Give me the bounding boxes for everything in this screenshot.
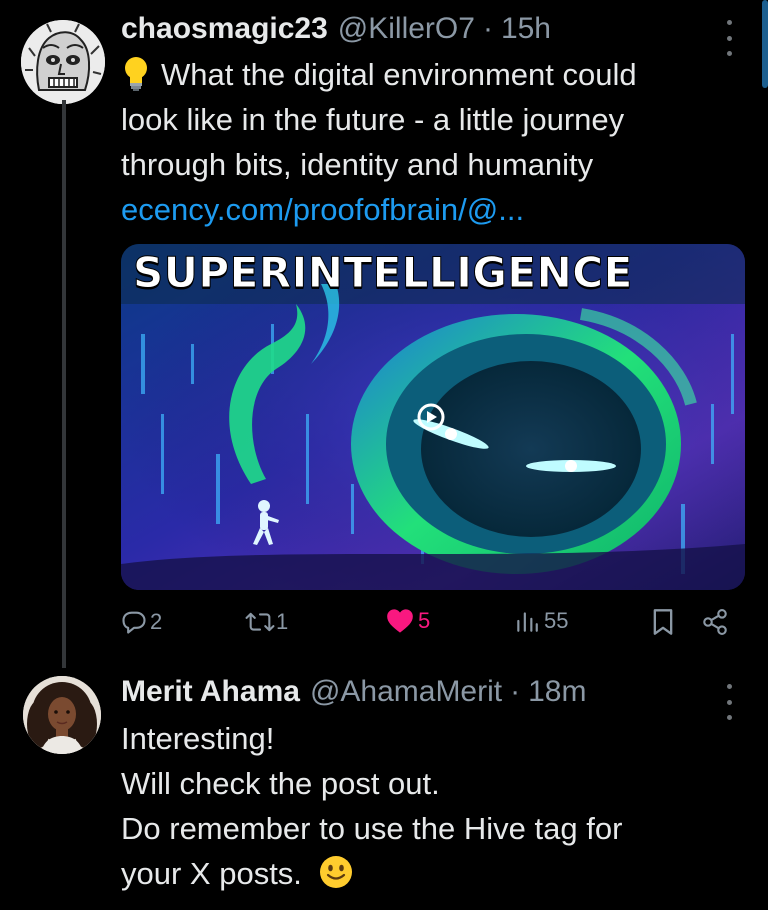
tweet-link[interactable]: ecency.com/proofofbrain/@... (121, 187, 637, 232)
reply-timestamp[interactable]: 18m (528, 675, 586, 709)
views-button[interactable]: 55 (514, 608, 568, 634)
scrollbar[interactable] (762, 0, 768, 88)
lightbulb-emoji (121, 55, 151, 93)
retweet-button[interactable]: 1 (244, 608, 288, 636)
reply-text-line-2: Will check the post out. (121, 766, 440, 801)
reply-text-line-4: your X posts. (121, 856, 302, 891)
reply-text-line-4-wrap: your X posts. (121, 851, 622, 896)
tweet-text-line: What the digital environment could (121, 52, 637, 97)
reply-author-avatar[interactable] (23, 676, 101, 754)
reply-text-line-3: Do remember to use the Hive tag for (121, 811, 623, 846)
slightly-smiling-face-emoji (319, 855, 353, 889)
reply-count: 2 (150, 609, 163, 634)
bookmark-button[interactable] (650, 608, 676, 636)
tweet-text-line-1: What the digital environment could (161, 57, 637, 92)
thread-connector-line (62, 100, 66, 668)
reply-author-handle[interactable]: @AhamaMerit (310, 675, 502, 709)
author-name[interactable]: chaosmagic23 (121, 12, 328, 46)
tweet-header: chaosmagic23 @KillerO7 · 15h (121, 12, 551, 46)
bookmark-icon (653, 609, 673, 635)
tweet-action-bar: 2 1 5 55 (120, 608, 750, 648)
media-video-card[interactable]: SUPERINTELLIGENCE (121, 244, 745, 590)
views-icon (517, 612, 538, 632)
retweet-count: 1 (276, 609, 289, 634)
share-button[interactable] (700, 608, 730, 636)
tweet-text-line-2: look like in the future - a little journ… (121, 102, 625, 137)
reply-header: Merit Ahama @AhamaMerit · 18m (121, 675, 586, 709)
author-avatar[interactable] (21, 20, 105, 104)
tweet-timestamp[interactable]: 15h (501, 12, 551, 46)
reply-icon (122, 611, 146, 634)
reply-text-line-1: Interesting! (121, 721, 275, 756)
media-title: SUPERINTELLIGENCE (133, 248, 633, 298)
tweet-text-line-3: through bits, identity and humanity (121, 147, 594, 182)
share-icon (703, 609, 727, 635)
author-handle[interactable]: @KillerO7 (338, 12, 475, 46)
reply-button[interactable]: 2 (120, 608, 162, 636)
retweet-icon (245, 612, 275, 632)
tweet-text: What the digital environment could look … (121, 52, 637, 232)
reply-text: Interesting! Will check the post out. Do… (121, 716, 622, 896)
heart-icon (387, 609, 413, 633)
reply-separator-dot: · (510, 675, 521, 708)
like-count: 5 (418, 608, 431, 633)
separator-dot: · (482, 12, 493, 45)
like-button[interactable]: 5 (386, 608, 430, 634)
reply-author-name[interactable]: Merit Ahama (121, 675, 300, 709)
more-options-icon[interactable] (718, 20, 740, 56)
views-count: 55 (544, 608, 569, 633)
reply-more-options-icon[interactable] (718, 684, 740, 720)
